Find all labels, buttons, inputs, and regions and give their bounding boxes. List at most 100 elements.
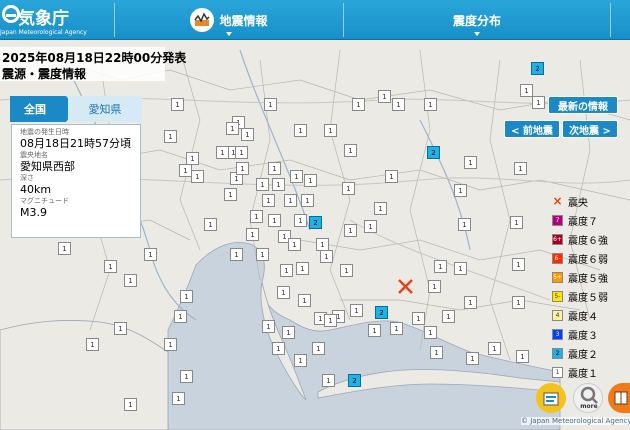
intensity-1-marker[interactable]: 1 — [174, 310, 187, 323]
intensity-1-marker[interactable]: 1 — [378, 90, 391, 103]
intensity-1-marker[interactable]: 1 — [442, 310, 455, 323]
intensity-1-marker[interactable]: 1 — [512, 296, 525, 309]
intensity-1-marker[interactable]: 1 — [342, 182, 355, 195]
intensity-1-marker[interactable]: 1 — [204, 218, 217, 231]
intensity-1-marker[interactable]: 1 — [114, 322, 127, 335]
intensity-1-marker[interactable]: 1 — [464, 156, 477, 169]
intensity-1-marker[interactable]: 1 — [324, 314, 337, 327]
intensity-1-marker[interactable]: 1 — [516, 350, 529, 363]
intensity-1-marker[interactable]: 1 — [368, 324, 381, 337]
intensity-1-marker[interactable]: 1 — [179, 164, 192, 177]
intensity-1-marker[interactable]: 1 — [235, 146, 248, 159]
menu-earthquake-info[interactable]: 地震情報 — [115, 0, 343, 40]
intensity-2-marker[interactable]: 2 — [309, 216, 322, 229]
intensity-2-marker[interactable]: 2 — [348, 374, 361, 387]
intensity-1-marker[interactable]: 1 — [104, 260, 117, 273]
intensity-1-marker[interactable]: 1 — [144, 248, 157, 261]
intensity-1-marker[interactable]: 1 — [350, 304, 363, 317]
intensity-1-marker[interactable]: 1 — [424, 98, 437, 111]
intensity-1-marker[interactable]: 1 — [510, 216, 523, 229]
legend-toggle-button[interactable] — [536, 383, 566, 413]
intensity-1-marker[interactable]: 1 — [464, 296, 477, 309]
intensity-1-marker[interactable]: 1 — [236, 162, 249, 175]
intensity-1-marker[interactable]: 1 — [164, 130, 177, 143]
intensity-1-marker[interactable]: 1 — [454, 184, 467, 197]
intensity-1-marker[interactable]: 1 — [284, 194, 297, 207]
intensity-1-marker[interactable]: 1 — [466, 352, 479, 365]
intensity-1-marker[interactable]: 1 — [164, 338, 177, 351]
intensity-2-marker[interactable]: 2 — [375, 306, 388, 319]
intensity-1-marker[interactable]: 1 — [424, 326, 437, 339]
intensity-1-marker[interactable]: 1 — [171, 98, 184, 111]
intensity-1-marker[interactable]: 1 — [512, 258, 525, 271]
intensity-1-marker[interactable]: 1 — [412, 312, 425, 325]
intensity-1-marker[interactable]: 1 — [385, 170, 398, 183]
intensity-1-marker[interactable]: 1 — [172, 392, 185, 405]
intensity-1-marker[interactable]: 1 — [374, 202, 387, 215]
intensity-1-marker[interactable]: 1 — [294, 354, 307, 367]
intensity-1-marker[interactable]: 1 — [304, 174, 317, 187]
intensity-1-marker[interactable]: 1 — [340, 264, 353, 277]
intensity-1-marker[interactable]: 1 — [191, 170, 204, 183]
intensity-1-marker[interactable]: 1 — [256, 248, 269, 261]
menu-intensity-distribution[interactable]: 震度分布 — [344, 0, 610, 40]
intensity-1-marker[interactable]: 1 — [230, 248, 243, 261]
intensity-1-marker[interactable]: 1 — [272, 342, 285, 355]
intensity-1-marker[interactable]: 1 — [224, 188, 237, 201]
intensity-1-marker[interactable]: 1 — [390, 322, 403, 335]
intensity-1-marker[interactable]: 1 — [226, 122, 239, 135]
more-button[interactable]: more — [573, 383, 603, 413]
intensity-2-marker[interactable]: 2 — [531, 62, 544, 75]
intensity-1-marker[interactable]: 1 — [294, 124, 307, 137]
intensity-1-marker[interactable]: 1 — [241, 128, 254, 141]
intensity-1-marker[interactable]: 1 — [488, 342, 501, 355]
intensity-1-marker[interactable]: 1 — [322, 374, 335, 387]
intensity-2-marker[interactable]: 2 — [427, 146, 440, 159]
tab-prefecture[interactable]: 愛知県 — [68, 96, 142, 122]
intensity-1-marker[interactable]: 1 — [344, 224, 357, 237]
intensity-1-marker[interactable]: 1 — [458, 218, 471, 231]
intensity-1-marker[interactable]: 1 — [124, 398, 137, 411]
intensity-1-marker[interactable]: 1 — [364, 220, 377, 233]
intensity-1-marker[interactable]: 1 — [250, 210, 263, 223]
intensity-1-marker[interactable]: 1 — [246, 228, 259, 241]
intensity-1-marker[interactable]: 1 — [290, 170, 303, 183]
previous-earthquake-button[interactable]: < 前地震 — [504, 120, 560, 138]
intensity-1-marker[interactable]: 1 — [256, 178, 269, 191]
intensity-1-marker[interactable]: 1 — [454, 262, 467, 275]
intensity-1-marker[interactable]: 1 — [312, 342, 325, 355]
intensity-1-marker[interactable]: 1 — [532, 96, 545, 109]
intensity-1-marker[interactable]: 1 — [294, 214, 307, 227]
intensity-1-marker[interactable]: 1 — [324, 124, 337, 137]
intensity-1-marker[interactable]: 1 — [58, 242, 71, 255]
book-button[interactable] — [608, 383, 630, 413]
intensity-1-marker[interactable]: 1 — [180, 290, 193, 303]
latest-info-button[interactable]: 最新の情報 — [548, 96, 618, 114]
intensity-1-marker[interactable]: 1 — [520, 84, 533, 97]
intensity-1-marker[interactable]: 1 — [320, 250, 333, 263]
jma-logo[interactable]: 気象庁 Japan Meteorological Agency — [0, 2, 87, 38]
intensity-1-marker[interactable]: 1 — [352, 98, 365, 111]
intensity-1-marker[interactable]: 1 — [392, 98, 405, 111]
intensity-1-marker[interactable]: 1 — [296, 262, 309, 275]
intensity-1-marker[interactable]: 1 — [268, 162, 281, 175]
intensity-1-marker[interactable]: 1 — [86, 338, 99, 351]
intensity-1-marker[interactable]: 1 — [268, 214, 281, 227]
intensity-1-marker[interactable]: 1 — [280, 264, 293, 277]
intensity-1-marker[interactable]: 1 — [301, 194, 314, 207]
intensity-1-marker[interactable]: 1 — [344, 144, 357, 157]
intensity-1-marker[interactable]: 1 — [288, 238, 301, 251]
intensity-1-marker[interactable]: 1 — [216, 146, 229, 159]
intensity-1-marker[interactable]: 1 — [282, 326, 295, 339]
intensity-1-marker[interactable]: 1 — [272, 178, 285, 191]
next-earthquake-button[interactable]: 次地震 > — [562, 120, 618, 138]
intensity-1-marker[interactable]: 1 — [514, 162, 527, 175]
intensity-1-marker[interactable]: 1 — [428, 280, 441, 293]
tab-all-japan[interactable]: 全国 — [10, 96, 76, 122]
intensity-1-marker[interactable]: 1 — [298, 294, 311, 307]
intensity-1-marker[interactable]: 1 — [264, 98, 277, 111]
intensity-1-marker[interactable]: 1 — [262, 320, 275, 333]
intensity-1-marker[interactable]: 1 — [434, 260, 447, 273]
intensity-1-marker[interactable]: 1 — [124, 274, 137, 287]
intensity-1-marker[interactable]: 1 — [180, 370, 193, 383]
